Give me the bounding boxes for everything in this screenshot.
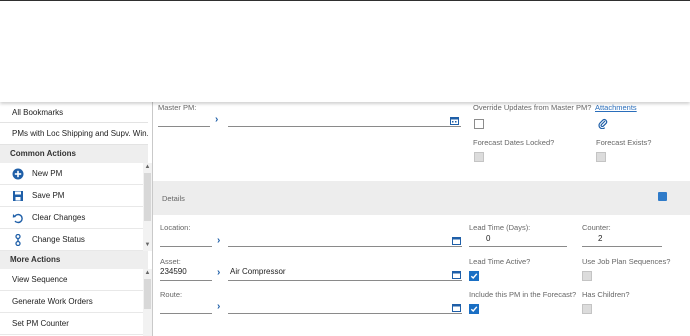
counter-label: Counter: — [582, 223, 611, 232]
more-actions-header: More Actions — [0, 251, 148, 269]
paperclip-icon[interactable] — [598, 118, 608, 129]
master-pm-label: Master PM: — [158, 103, 197, 112]
status-icon — [15, 234, 21, 246]
common-actions-scrollbar[interactable]: ▲ ▼ — [143, 163, 152, 251]
scroll-up-icon[interactable]: ▲ — [144, 269, 151, 277]
more-actions-scrollbar[interactable]: ▲ — [143, 269, 152, 336]
use-job-plan-checkbox[interactable] — [582, 271, 592, 281]
lead-time-active-label: Lead Time Active? — [469, 257, 531, 266]
top-header — [0, 0, 690, 102]
action-save-pm[interactable]: Save PM — [0, 185, 143, 207]
common-actions-header: Common Actions — [0, 145, 148, 163]
action-label: Save PM — [32, 191, 65, 200]
location-lookup-chevron-icon[interactable]: › — [217, 236, 220, 246]
left-panel: All Bookmarks PMs with Loc Shipping and … — [0, 102, 153, 336]
master-pm-calendar-icon[interactable] — [450, 116, 459, 125]
save-icon — [13, 191, 23, 201]
action-view-sequence[interactable]: View Sequence — [0, 269, 143, 291]
master-pm-desc-input[interactable] — [228, 126, 461, 127]
asset-input[interactable] — [160, 280, 212, 281]
asset-value[interactable]: 234590 — [160, 267, 187, 276]
lead-time-active-checkbox[interactable] — [469, 271, 479, 281]
action-label: Set PM Counter — [12, 319, 69, 328]
action-generate-work-orders[interactable]: Generate Work Orders — [0, 291, 143, 313]
master-pm-lookup-chevron-icon[interactable]: › — [215, 115, 218, 125]
has-children-label: Has Children? — [582, 290, 630, 299]
override-label: Override Updates from Master PM? — [473, 103, 592, 112]
forecast-exists-checkbox[interactable] — [596, 152, 606, 162]
action-new-pm[interactable]: New PM — [0, 163, 143, 185]
attachments-link[interactable]: Attachments — [595, 103, 637, 112]
route-lookup-chevron-icon[interactable]: › — [217, 302, 220, 312]
bookmark-all[interactable]: All Bookmarks — [0, 102, 148, 123]
lead-time-value[interactable]: 0 — [486, 234, 490, 243]
asset-desc-input[interactable] — [228, 280, 462, 281]
scroll-down-icon[interactable]: ▼ — [144, 241, 151, 249]
scroll-up-icon[interactable]: ▲ — [144, 163, 151, 171]
asset-description: Air Compressor — [230, 267, 286, 276]
action-label: Generate Work Orders — [12, 297, 93, 306]
checkmark-icon — [470, 273, 478, 280]
lead-time-label: Lead Time (Days): — [469, 223, 531, 232]
action-clear-changes[interactable]: Clear Changes — [0, 207, 143, 229]
lead-time-input[interactable] — [469, 246, 567, 247]
details-section-header[interactable]: Details — [153, 181, 690, 215]
master-pm-input[interactable] — [158, 126, 210, 127]
action-label: Change Status — [32, 235, 85, 244]
checkmark-icon — [470, 306, 478, 313]
use-job-plan-label: Use Job Plan Sequences? — [582, 257, 671, 266]
counter-value[interactable]: 2 — [598, 234, 602, 243]
asset-menu-icon[interactable] — [452, 270, 461, 279]
forecast-locked-label: Forecast Dates Locked? — [473, 138, 555, 147]
include-forecast-checkbox[interactable] — [469, 304, 479, 314]
route-desc-input[interactable] — [228, 313, 462, 314]
details-title: Details — [162, 194, 185, 203]
undo-icon — [12, 213, 23, 224]
location-label: Location: — [160, 223, 191, 232]
action-change-status[interactable]: Change Status — [0, 229, 143, 251]
scroll-thumb[interactable] — [144, 173, 151, 221]
scroll-thumb[interactable] — [144, 279, 151, 309]
has-children-checkbox[interactable] — [582, 304, 592, 314]
forecast-locked-checkbox[interactable] — [474, 152, 484, 162]
location-desc-input[interactable] — [228, 246, 462, 247]
override-checkbox[interactable] — [474, 119, 484, 129]
route-input[interactable] — [160, 313, 212, 314]
action-label: Clear Changes — [32, 213, 86, 222]
action-label: View Sequence — [12, 275, 68, 284]
route-label: Route: — [160, 290, 183, 299]
forecast-exists-label: Forecast Exists? — [596, 138, 652, 147]
location-input[interactable] — [160, 246, 212, 247]
include-forecast-label: Include this PM in the Forecast? — [469, 290, 577, 299]
asset-label: Asset: — [160, 257, 181, 266]
plus-circle-icon — [12, 168, 24, 180]
asset-lookup-chevron-icon[interactable]: › — [217, 268, 220, 278]
action-label: New PM — [32, 169, 63, 178]
bookmark-pms-loc-shipping[interactable]: PMs with Loc Shipping and Supv. Win... — [0, 123, 148, 145]
details-menu-icon[interactable] — [658, 192, 667, 201]
location-menu-icon[interactable] — [452, 236, 461, 245]
route-menu-icon[interactable] — [452, 303, 461, 312]
counter-input[interactable] — [582, 246, 662, 247]
action-set-pm-counter[interactable]: Set PM Counter — [0, 313, 143, 335]
